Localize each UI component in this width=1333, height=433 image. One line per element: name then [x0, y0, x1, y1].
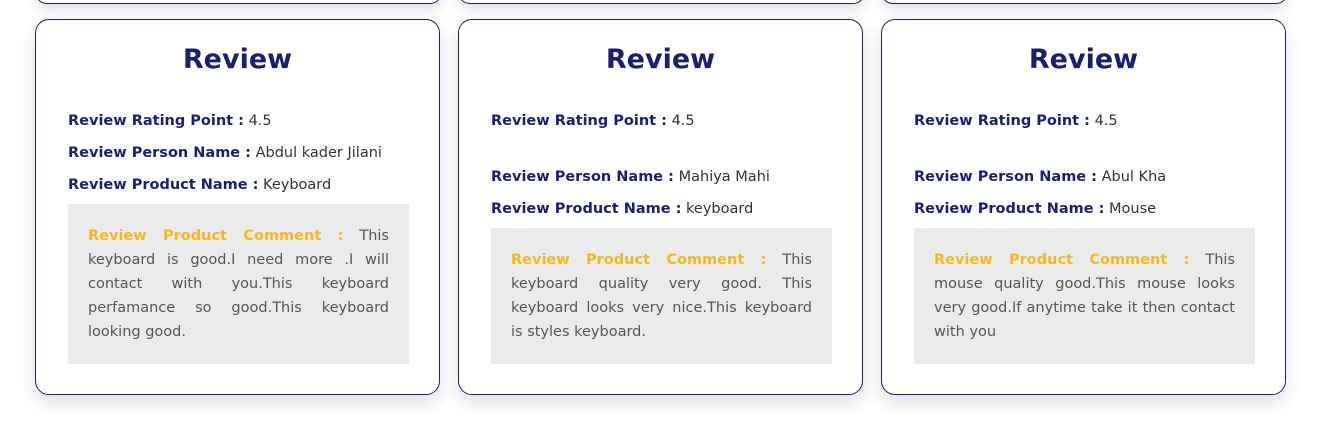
review-title: Review — [182, 44, 293, 75]
product-label: Review Product Name : — [914, 201, 1105, 217]
comment-label: Review Product Comment : — [88, 228, 344, 244]
review-rating: Review Rating Point : 4.5 — [491, 111, 830, 131]
review-comment-box: Review Product Comment : This mouse qual… — [914, 228, 1255, 364]
review-comment-box: Review Product Comment : This keyboard q… — [491, 228, 832, 364]
product-label: Review Product Name : — [68, 177, 259, 193]
review-rating: Review Rating Point : 4.5 — [914, 111, 1253, 131]
review-rating: Review Rating Point : 4.5 — [68, 111, 407, 131]
person-label: Review Person Name : — [914, 169, 1097, 185]
rating-label: Review Rating Point : — [68, 113, 244, 129]
rating-label: Review Rating Point : — [914, 113, 1090, 129]
review-title: Review — [1028, 44, 1139, 75]
product-value: Mouse — [1109, 201, 1157, 217]
comment-label: Review Product Comment : — [511, 252, 767, 268]
review-title: Review — [605, 44, 716, 75]
review-comment-box: Review Product Comment : This keyboard i… — [68, 204, 409, 364]
product-value: Keyboard — [263, 177, 332, 193]
review-person: Review Person Name : Mahiya Mahi — [491, 167, 830, 187]
comment-label: Review Product Comment : — [934, 252, 1190, 268]
person-value: Abdul kader Jilani — [255, 145, 382, 161]
product-label: Review Product Name : — [491, 201, 682, 217]
previous-card-stub — [881, 0, 1288, 4]
review-person: Review Person Name : Abul Kha — [914, 167, 1253, 187]
review-product: Review Product Name : keyboard — [491, 199, 830, 219]
review-product: Review Product Name : Keyboard — [68, 175, 407, 195]
review-page: Review Review Rating Point : 4.5 Review … — [0, 0, 1333, 433]
review-card: Review Review Rating Point : 4.5 Review … — [458, 19, 863, 395]
review-product: Review Product Name : Mouse — [914, 199, 1253, 219]
review-card: Review Review Rating Point : 4.5 Review … — [881, 19, 1286, 395]
previous-card-stub — [35, 0, 442, 4]
previous-card-stub — [458, 0, 865, 4]
product-value: keyboard — [686, 201, 754, 217]
rating-value: 4.5 — [248, 113, 272, 129]
rating-value: 4.5 — [1094, 113, 1118, 129]
rating-label: Review Rating Point : — [491, 113, 667, 129]
review-card: Review Review Rating Point : 4.5 Review … — [35, 19, 440, 395]
person-value: Mahiya Mahi — [678, 169, 770, 185]
person-value: Abul Kha — [1101, 169, 1167, 185]
comment-text: This keyboard is good.I need more .I wil… — [88, 228, 389, 340]
person-label: Review Person Name : — [491, 169, 674, 185]
review-person: Review Person Name : Abdul kader Jilani — [68, 143, 407, 163]
person-label: Review Person Name : — [68, 145, 251, 161]
rating-value: 4.5 — [671, 113, 695, 129]
